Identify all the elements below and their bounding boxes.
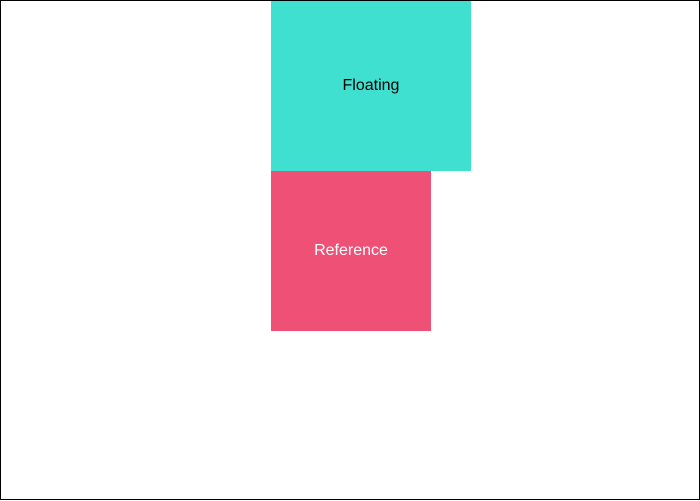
floating-box[interactable]: Floating [271,1,471,171]
demo-container: Reference Floating [0,0,700,500]
floating-label: Floating [342,77,400,94]
reference-box[interactable]: Reference [271,171,431,331]
reference-label: Reference [314,242,388,259]
